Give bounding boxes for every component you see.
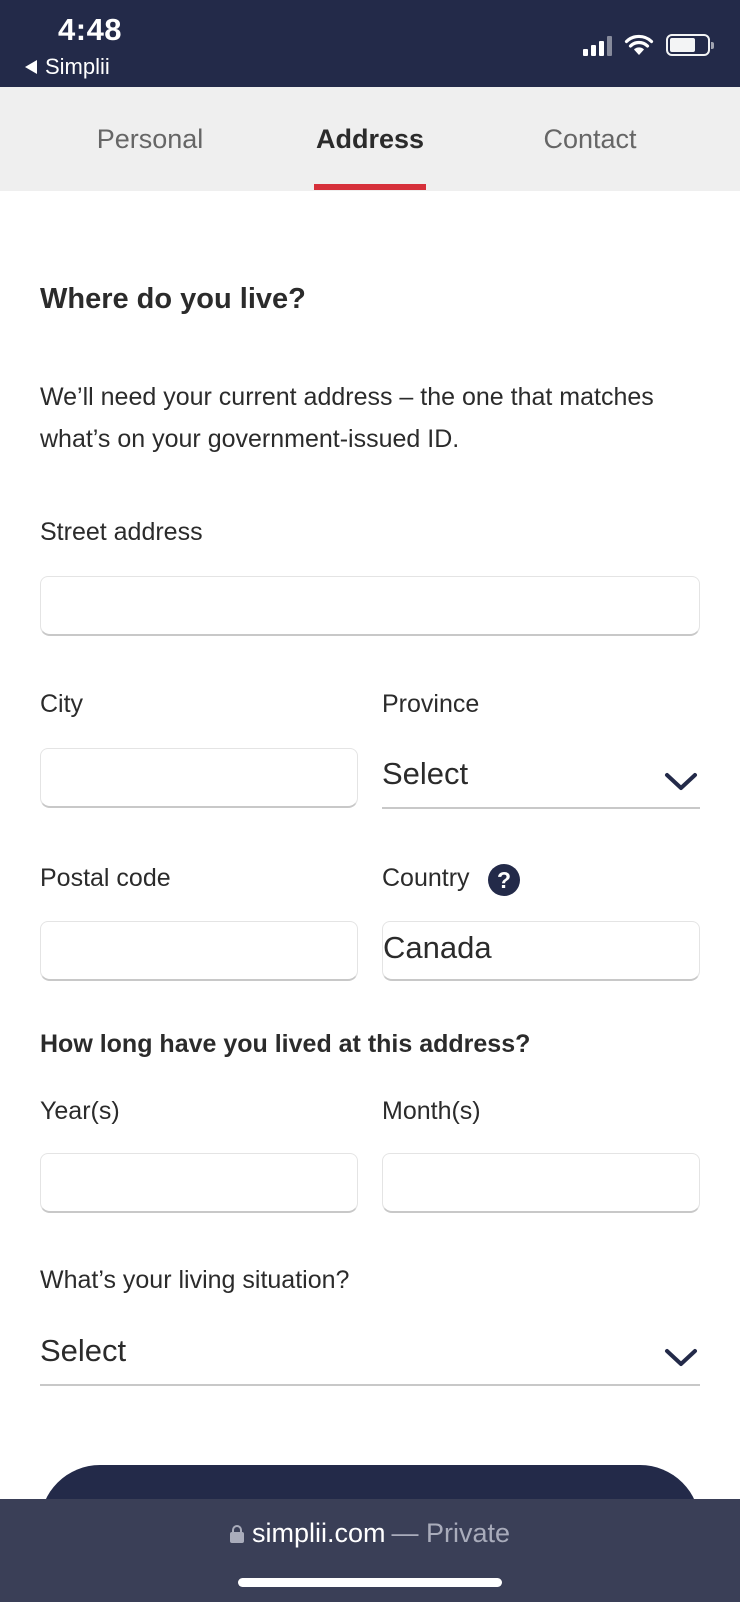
city-input[interactable] [40,748,358,808]
living-situation-label: What’s your living situation? [40,1266,350,1294]
browser-domain: simplii.com [251,1518,386,1548]
living-situation-select-value: Select [40,1333,127,1368]
battery-icon [666,34,714,56]
street-address-label: Street address [40,518,203,546]
duration-heading: How long have you lived at this address? [40,1030,531,1058]
browser-mode: — Private [391,1518,511,1548]
back-to-app-button[interactable]: Simplii [25,54,110,80]
lock-icon [229,1524,244,1543]
months-label: Month(s) [382,1097,481,1125]
home-indicator[interactable] [238,1578,502,1587]
tab-address[interactable]: Address [260,87,480,191]
province-select-underline [382,807,700,809]
back-arrow-icon [25,60,37,74]
help-icon[interactable]: ? [488,864,520,896]
months-input[interactable] [382,1153,700,1213]
back-app-label: Simplii [45,54,110,79]
intro-text: We’ll need your current address – the on… [40,383,654,453]
living-situation-select-underline [40,1384,700,1386]
signal-icon [583,36,612,56]
postal-code-label: Postal code [40,864,171,892]
wifi-icon [624,34,654,55]
active-tab-indicator [314,184,426,190]
street-address-input[interactable] [40,576,700,636]
province-select-value: Select [382,756,469,791]
years-label: Year(s) [40,1097,120,1125]
chevron-down-icon [665,1349,697,1366]
chevron-down-icon [665,773,697,790]
browser-url[interactable]: simplii.com — Private [0,1518,740,1549]
postal-code-input[interactable] [40,921,358,981]
step-tabs: Personal Address Contact [0,87,740,191]
status-icons [583,34,714,56]
years-input[interactable] [40,1153,358,1213]
city-label: City [40,690,84,718]
tab-contact[interactable]: Contact [480,87,700,191]
country-label: Country [382,864,470,892]
country-value: Canada [383,930,492,965]
page-title: Where do you live? [40,283,306,315]
status-bar: 4:48 Simplii [0,0,740,87]
country-field: Canada [382,921,700,981]
tab-personal[interactable]: Personal [40,87,260,191]
status-time: 4:48 [58,12,123,47]
province-label: Province [382,690,480,718]
